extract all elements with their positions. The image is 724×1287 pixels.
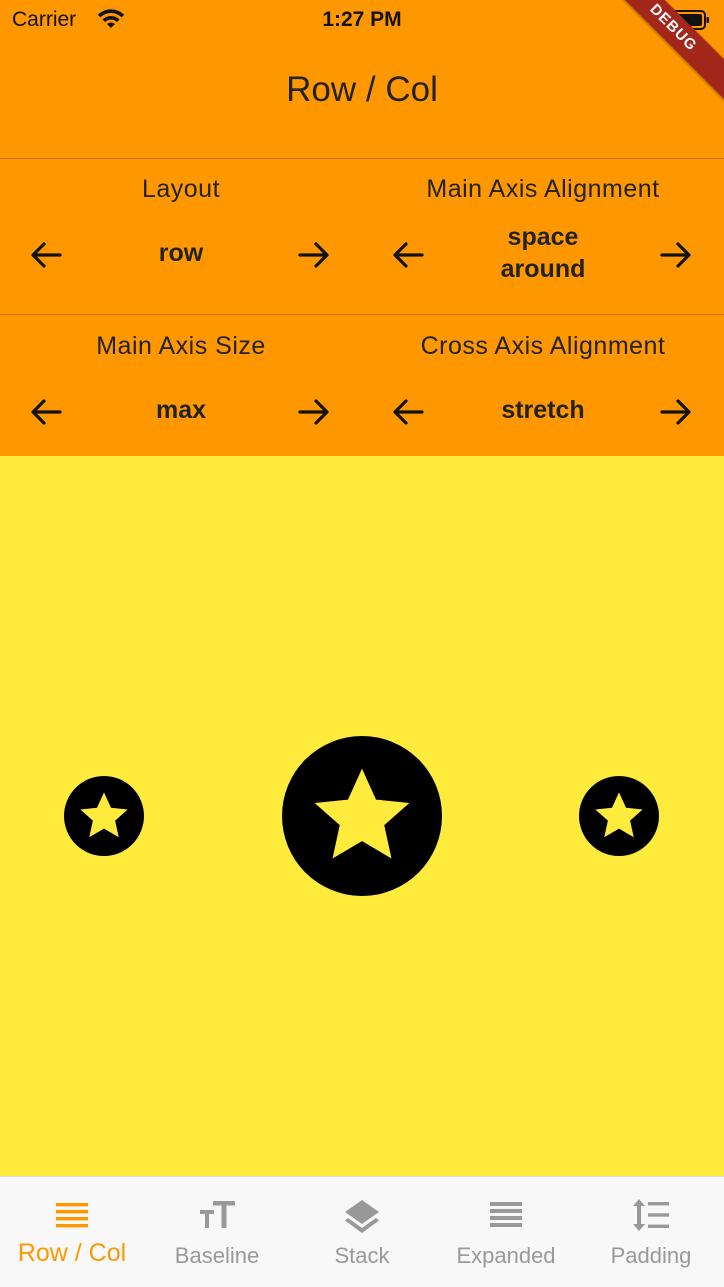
format-line-spacing-icon xyxy=(633,1199,669,1231)
layout-value: row xyxy=(158,239,204,267)
status-bar: Carrier 1:27 PM xyxy=(0,0,724,40)
status-time: 1:27 PM xyxy=(322,8,402,31)
main-axis-size-control: Main Axis Size max xyxy=(0,316,362,456)
nav-item-expanded[interactable]: Expanded xyxy=(434,1177,578,1287)
arrow-forward-icon xyxy=(298,399,329,425)
layout-preview-area xyxy=(0,456,724,1176)
cross-axis-alignment-next-button[interactable] xyxy=(656,392,696,432)
arrow-forward-icon xyxy=(660,242,691,268)
main-axis-alignment-value-line1: space xyxy=(507,223,579,251)
arrow-forward-icon xyxy=(298,242,329,268)
menu-icon xyxy=(56,1203,88,1228)
nav-item-baseline[interactable]: Baseline xyxy=(145,1177,289,1287)
page-title: Row / Col xyxy=(286,70,438,109)
layers-icon xyxy=(345,1200,379,1233)
nav-item-stack[interactable]: Stack xyxy=(290,1177,434,1287)
view-headline-icon xyxy=(490,1202,522,1227)
app-bar: Row / Col xyxy=(0,40,724,158)
nav-item-padding[interactable]: Padding xyxy=(579,1177,723,1287)
arrow-back-icon xyxy=(393,399,424,425)
nav-label: Stack xyxy=(334,1243,390,1268)
text-fields-icon xyxy=(200,1201,235,1228)
nav-label: Expanded xyxy=(456,1243,556,1268)
bottom-navigation: Row / Col Baseline Stack Expanded Paddin… xyxy=(0,1176,724,1287)
arrow-back-icon xyxy=(31,242,62,268)
controls-row-1: Layout row Main Axis Alignment space aro… xyxy=(0,159,724,315)
layout-control: Layout row xyxy=(0,159,362,299)
cross-axis-alignment-label: Cross Axis Alignment xyxy=(420,332,666,360)
main-axis-alignment-control: Main Axis Alignment space around xyxy=(362,159,724,299)
main-axis-size-label: Main Axis Size xyxy=(96,332,266,360)
controls-row-2: Main Axis Size max Cross Axis Alignment … xyxy=(0,316,724,456)
star-icon xyxy=(64,776,144,856)
main-axis-size-value: max xyxy=(155,396,207,424)
cross-axis-alignment-control: Cross Axis Alignment stretch xyxy=(362,316,724,456)
main-axis-alignment-next-button[interactable] xyxy=(656,235,696,275)
layout-next-button[interactable] xyxy=(294,235,334,275)
nav-label: Row / Col xyxy=(17,1239,127,1267)
main-axis-alignment-value-line2: around xyxy=(500,255,586,283)
arrow-back-icon xyxy=(31,399,62,425)
main-axis-size-next-button[interactable] xyxy=(294,392,334,432)
layout-label: Layout xyxy=(141,175,221,203)
cross-axis-alignment-prev-button[interactable] xyxy=(388,392,428,432)
star-icon xyxy=(579,776,659,856)
layout-controls: Layout row Main Axis Alignment space aro… xyxy=(0,158,724,456)
main-axis-alignment-prev-button[interactable] xyxy=(388,235,428,275)
main-axis-alignment-label: Main Axis Alignment xyxy=(426,175,660,203)
nav-label: Padding xyxy=(610,1243,692,1268)
cross-axis-alignment-value: stretch xyxy=(501,396,585,424)
nav-item-row-col[interactable]: Row / Col xyxy=(0,1177,144,1287)
arrow-back-icon xyxy=(393,242,424,268)
main-axis-size-prev-button[interactable] xyxy=(26,392,66,432)
layout-prev-button[interactable] xyxy=(26,235,66,275)
star-icon xyxy=(282,736,442,896)
main-axis-alignment-value: space around xyxy=(442,221,644,285)
nav-label: Baseline xyxy=(174,1243,260,1268)
arrow-forward-icon xyxy=(660,399,691,425)
